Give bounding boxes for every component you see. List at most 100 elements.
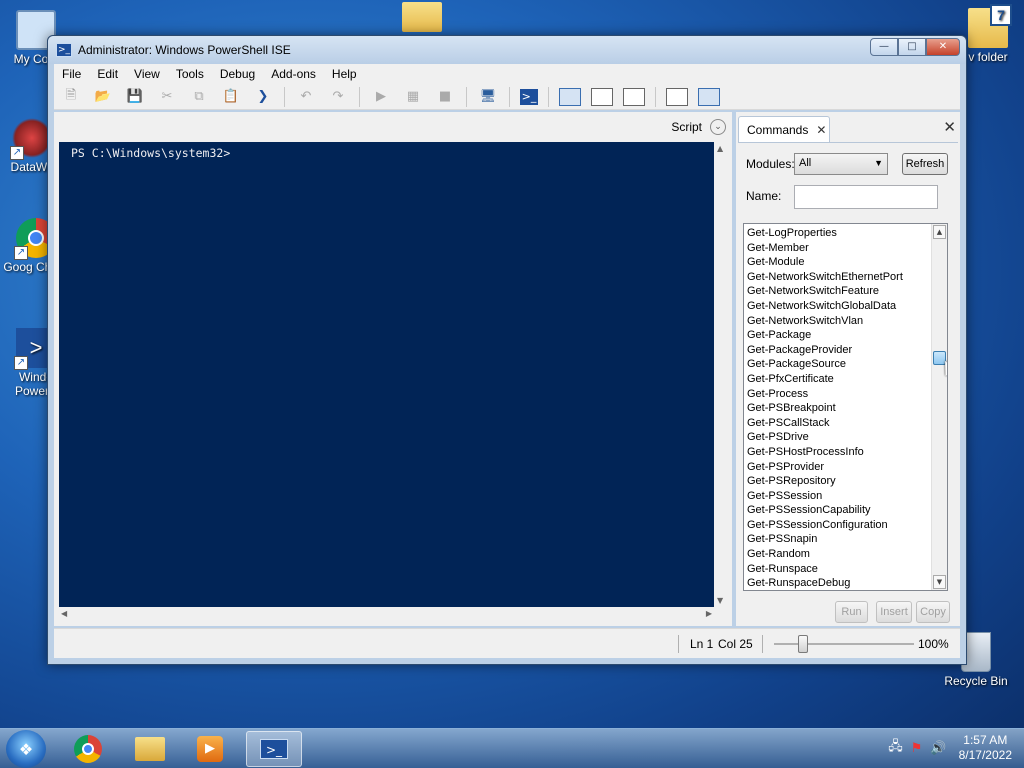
- cut-icon[interactable]: ✂: [156, 87, 178, 107]
- list-item[interactable]: Get-Package: [747, 328, 947, 343]
- menu-tools[interactable]: Tools: [168, 67, 212, 81]
- volume-icon[interactable]: 🔊: [930, 741, 946, 756]
- layout-max-icon[interactable]: [623, 87, 645, 106]
- list-item[interactable]: Get-PfxCertificate: [747, 372, 947, 387]
- list-item[interactable]: Get-PackageSource: [747, 357, 947, 372]
- list-item[interactable]: Get-NetworkSwitchVlan: [747, 314, 947, 329]
- run-icon[interactable]: ▶: [370, 87, 392, 107]
- list-item[interactable]: Get-NetworkSwitchEthernetPort: [747, 270, 947, 285]
- list-item[interactable]: Get-Member: [747, 241, 947, 256]
- scroll-up-icon[interactable]: ▲: [933, 225, 946, 239]
- list-item[interactable]: Get-PSSession: [747, 489, 947, 504]
- taskbar-powershell-ise[interactable]: >_: [246, 731, 302, 767]
- run-button[interactable]: Run: [835, 601, 868, 623]
- run-selection-icon[interactable]: ▦: [402, 87, 424, 107]
- list-item[interactable]: Get-PSDrive: [747, 430, 947, 445]
- list-item[interactable]: Get-Process: [747, 387, 947, 402]
- copy-icon[interactable]: ⧉: [188, 87, 210, 107]
- zoom-slider-thumb[interactable]: [798, 635, 808, 653]
- undo-icon[interactable]: ↶: [295, 87, 317, 107]
- minimize-button[interactable]: —: [870, 38, 898, 56]
- menu-debug[interactable]: Debug: [212, 67, 263, 81]
- remote-icon[interactable]: 🖥: [477, 87, 499, 107]
- list-item[interactable]: Get-PSHostProcessInfo: [747, 445, 947, 460]
- list-item[interactable]: Get-RunspaceDebug: [747, 576, 947, 590]
- powershell-tab-icon[interactable]: >_: [520, 88, 538, 105]
- list-item[interactable]: Get-PSSessionCapability: [747, 503, 947, 518]
- taskbar-explorer[interactable]: [122, 731, 178, 767]
- close-icon[interactable]: ✕: [816, 123, 826, 137]
- toolbar-separator: [509, 86, 510, 107]
- shortcut-arrow-icon: ↗: [10, 146, 24, 160]
- taskbar-media-player[interactable]: ▶: [182, 731, 238, 767]
- new-icon[interactable]: 🗎: [60, 87, 82, 107]
- powershell-icon[interactable]: ❯: [252, 87, 274, 107]
- stop-icon[interactable]: ■: [434, 87, 456, 107]
- clock[interactable]: 1:57 AM 8/17/2022: [959, 733, 1012, 763]
- scroll-down-icon[interactable]: ▼: [717, 596, 723, 605]
- redo-icon[interactable]: ↷: [327, 87, 349, 107]
- copy-button[interactable]: Copy: [916, 601, 950, 623]
- list-item[interactable]: Get-Module: [747, 255, 947, 270]
- menu-file[interactable]: File: [54, 67, 89, 81]
- console-pane[interactable]: PS C:\Windows\system32>: [59, 142, 714, 607]
- line-indicator: Ln 1: [690, 637, 714, 651]
- modules-value: All: [799, 157, 812, 169]
- start-button[interactable]: ❖: [6, 730, 46, 768]
- script-toggle-label[interactable]: Script: [671, 120, 702, 134]
- column-indicator: Col 25: [718, 637, 753, 651]
- list-item[interactable]: Get-Runspace: [747, 562, 947, 577]
- open-icon[interactable]: 📂: [92, 87, 114, 107]
- list-item[interactable]: Get-NetworkSwitchFeature: [747, 284, 947, 299]
- list-item[interactable]: Get-PSRepository: [747, 474, 947, 489]
- menu-edit[interactable]: Edit: [89, 67, 126, 81]
- powershell-ise-icon: >_: [260, 739, 288, 759]
- commands-list-scrollbar[interactable]: ▲ ▼: [931, 224, 947, 590]
- scroll-right-icon[interactable]: ▶: [706, 609, 712, 618]
- layout-top-icon[interactable]: [559, 87, 581, 106]
- desktop-icon-folder[interactable]: [386, 2, 458, 34]
- list-item[interactable]: Get-PSCallStack: [747, 416, 947, 431]
- list-item[interactable]: Get-PSSnapin: [747, 532, 947, 547]
- tab-commands[interactable]: Commands ✕: [738, 116, 830, 142]
- modules-label: Modules:: [746, 157, 795, 171]
- show-commands-icon[interactable]: [698, 87, 720, 106]
- layout-right-icon[interactable]: [591, 87, 613, 106]
- shortcut-arrow-icon: ↗: [14, 356, 28, 370]
- list-item[interactable]: Get-Random: [747, 547, 947, 562]
- paste-icon[interactable]: 📋: [220, 87, 242, 107]
- menu-view[interactable]: View: [126, 67, 168, 81]
- maximize-button[interactable]: □: [898, 38, 926, 56]
- modules-dropdown[interactable]: All ▼: [794, 153, 888, 175]
- menu-help[interactable]: Help: [324, 67, 365, 81]
- close-icon[interactable]: ✕: [943, 118, 956, 136]
- list-item[interactable]: Get-PSBreakpoint: [747, 401, 947, 416]
- chevron-down-icon[interactable]: ⌄: [710, 119, 726, 135]
- menu-add-ons[interactable]: Add-ons: [263, 67, 324, 81]
- folder-icon: [135, 737, 165, 761]
- network-icon[interactable]: 🖧: [888, 737, 903, 759]
- console-vertical-scrollbar[interactable]: ▲ ▼: [714, 142, 728, 607]
- console-horizontal-scrollbar[interactable]: ◀ ▶: [59, 607, 714, 621]
- refresh-button[interactable]: Refresh: [902, 153, 948, 175]
- action-center-icon[interactable]: ⚑: [911, 741, 923, 756]
- scroll-up-icon[interactable]: ▲: [717, 144, 723, 153]
- name-filter-input[interactable]: [794, 185, 938, 209]
- save-icon[interactable]: 💾: [124, 87, 146, 107]
- list-item[interactable]: Get-NetworkSwitchGlobalData: [747, 299, 947, 314]
- zoom-slider-track[interactable]: [774, 643, 914, 645]
- taskbar-chrome[interactable]: [60, 731, 116, 767]
- list-item[interactable]: Get-PSProvider: [747, 460, 947, 475]
- list-item[interactable]: Get-LogProperties: [747, 226, 947, 241]
- commands-list[interactable]: Get-LogProperties Get-Member Get-Module …: [743, 223, 948, 591]
- chrome-icon: [74, 735, 102, 763]
- scroll-left-icon[interactable]: ◀: [61, 609, 67, 618]
- scroll-down-icon[interactable]: ▼: [933, 575, 946, 589]
- datawarrior-icon: ↗: [10, 118, 52, 160]
- close-button[interactable]: ✕: [926, 38, 960, 56]
- insert-button[interactable]: Insert: [876, 601, 912, 623]
- list-item[interactable]: Get-PackageProvider: [747, 343, 947, 358]
- window-titlebar[interactable]: >_ Administrator: Windows PowerShell ISE…: [48, 36, 966, 64]
- list-item[interactable]: Get-PSSessionConfiguration: [747, 518, 947, 533]
- show-script-icon[interactable]: [666, 87, 688, 106]
